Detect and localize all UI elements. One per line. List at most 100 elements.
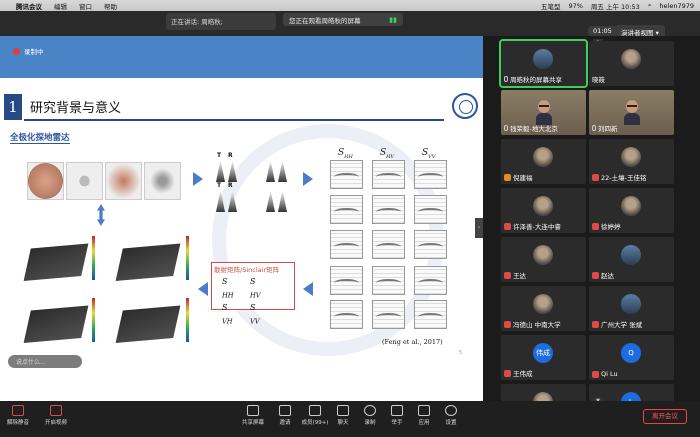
gpr-profile-tile — [414, 300, 447, 329]
mic-muted-icon — [592, 173, 599, 181]
leave-meeting-button[interactable]: 离开会议 — [643, 409, 687, 424]
participant-tile[interactable]: 晓筱 — [589, 41, 674, 86]
mic-icon — [504, 76, 508, 82]
antenna-label-t: T — [217, 182, 222, 189]
participant-tile[interactable]: 22-土壤-王佳铭 — [589, 139, 674, 184]
ime-indicator[interactable]: 五笔型 — [541, 1, 561, 11]
menu-edit[interactable]: 编辑 — [54, 1, 67, 11]
mic-muted-icon — [592, 222, 599, 230]
gpr-profile-tile — [372, 230, 405, 259]
antenna-label-r: R — [228, 152, 233, 159]
mic-muted-icon — [592, 271, 599, 279]
participant-name: 倪建福 — [513, 174, 533, 182]
slide-title: 研究背景与意义 — [30, 101, 122, 116]
participant-tile[interactable]: 广州大学 张斌 — [589, 286, 674, 331]
colorbar — [92, 236, 95, 280]
participant-tile[interactable]: 伟成 王伟成 — [501, 335, 586, 380]
participant-name: 刘四新 — [598, 125, 618, 133]
meeting-timer: 01:05 — [588, 26, 617, 36]
participant-tile[interactable]: 许泽善-大连中睿 — [501, 188, 586, 233]
mic-muted-icon — [504, 222, 511, 230]
settings-button[interactable]: 设置 — [436, 405, 466, 426]
record-button[interactable]: 录制 — [355, 405, 385, 426]
chat-button[interactable]: 聊天 — [328, 405, 358, 426]
participant-name-row: 王达 — [504, 270, 526, 280]
matrix-s: S — [222, 302, 228, 312]
mic-icon — [592, 125, 596, 131]
menu-app-name[interactable]: 腾讯会议 — [16, 1, 42, 11]
start-video-button[interactable]: 开启视频 — [41, 405, 71, 426]
participant-tile[interactable]: 徐婷婷 — [589, 188, 674, 233]
participant-tile[interactable]: 王达 — [501, 237, 586, 282]
recording-indicator: 录制中 — [13, 46, 44, 56]
matrix-s: S — [250, 302, 256, 312]
participant-name: 广州大学 张斌 — [601, 321, 643, 329]
raise-hand-label: 举手 — [391, 420, 403, 426]
menubar-user[interactable]: helen7979 — [659, 2, 694, 10]
chat-input[interactable]: 说点什么... — [8, 355, 82, 368]
menu-window[interactable]: 窗口 — [79, 1, 92, 11]
members-label: 成员(99+) — [301, 420, 329, 426]
mic-muted-icon — [12, 405, 24, 416]
mic-muted-icon — [504, 173, 511, 181]
s-sub: HH — [344, 153, 353, 160]
share-screen-label: 共享屏幕 — [241, 420, 264, 426]
matrix-sub: VH — [222, 317, 233, 326]
participant-name-row: 晓筱 — [592, 74, 605, 84]
target-photo-4 — [144, 162, 181, 200]
avatar — [533, 245, 553, 265]
participant-name-row: 徐婷婷 — [592, 221, 621, 231]
participant-tile[interactable] — [501, 384, 586, 401]
participant-tile[interactable]: 冯德山 中南大学 — [501, 286, 586, 331]
participant-name: 晓筱 — [592, 76, 605, 84]
settings-label: 设置 — [445, 420, 457, 426]
invite-button[interactable]: 邀请 — [270, 405, 300, 426]
participant-tile[interactable]: 赵达 — [589, 237, 674, 282]
target-photo-2 — [66, 162, 103, 200]
participant-name: Qi Lu — [601, 370, 618, 378]
participant-name: 赵达 — [601, 272, 614, 280]
unmute-button[interactable]: 解除静音 — [3, 405, 33, 426]
gpr-profile-tile — [414, 160, 447, 189]
collapse-gallery-button[interactable]: › — [475, 218, 483, 238]
participant-name-row: 赵达 — [592, 270, 614, 280]
share-notice[interactable]: 您正在观看周皓秋的屏幕 ▮▮ — [283, 13, 403, 26]
avatar: 伟成 — [533, 343, 553, 363]
slide-subheading: 全极化探地雷达 — [10, 133, 70, 144]
participant-tile[interactable]: 钱荣毅-地大北京 — [501, 90, 586, 135]
mic-muted-icon — [592, 320, 599, 328]
avatar — [621, 49, 641, 69]
gpr-profile-tile — [372, 266, 405, 295]
s-sub: HV — [386, 153, 395, 160]
search-icon[interactable]: ⌕ — [648, 1, 652, 10]
participant-video — [624, 100, 640, 125]
participant-name-row: 周皓秋的屏幕共享 — [504, 74, 562, 84]
avatar: Q — [621, 343, 641, 363]
menu-help[interactable]: 帮助 — [104, 1, 117, 11]
apps-button[interactable]: 应用 — [409, 405, 439, 426]
participant-name-row: 22-土壤-王佳铭 — [592, 172, 646, 182]
participant-name: 王伟成 — [513, 370, 533, 378]
record-dot-icon — [13, 47, 20, 55]
hand-icon — [391, 405, 403, 416]
share-screen-button[interactable]: 共享屏幕 — [238, 405, 268, 426]
participant-tile[interactable]: Q Qi Lu — [589, 335, 674, 380]
s-vv-header: SVV — [422, 148, 435, 160]
raise-hand-button[interactable]: 举手 — [382, 405, 412, 426]
mic-muted-icon — [504, 320, 511, 328]
participant-video — [536, 100, 552, 125]
unmute-label: 解除静音 — [6, 420, 29, 426]
matrix-s: S — [222, 277, 228, 286]
participant-name: 王达 — [513, 272, 526, 280]
gpr-profile-tile — [330, 230, 363, 259]
participant-tile[interactable]: 刘四新 — [589, 90, 674, 135]
battery-percent[interactable]: 97% — [568, 2, 582, 10]
gpr-profile-tile — [330, 300, 363, 329]
gpr-profile-tile — [330, 195, 363, 224]
arrow-right-icon — [303, 172, 313, 186]
participant-tile[interactable]: 周皓秋的屏幕共享 — [499, 39, 588, 88]
antenna-label-t: T — [217, 152, 222, 159]
members-button[interactable]: 成员(99+) — [300, 405, 330, 426]
menubar-clock[interactable]: 周五 上午 10:53 — [591, 1, 640, 11]
participant-tile[interactable]: 倪建福 — [501, 139, 586, 184]
